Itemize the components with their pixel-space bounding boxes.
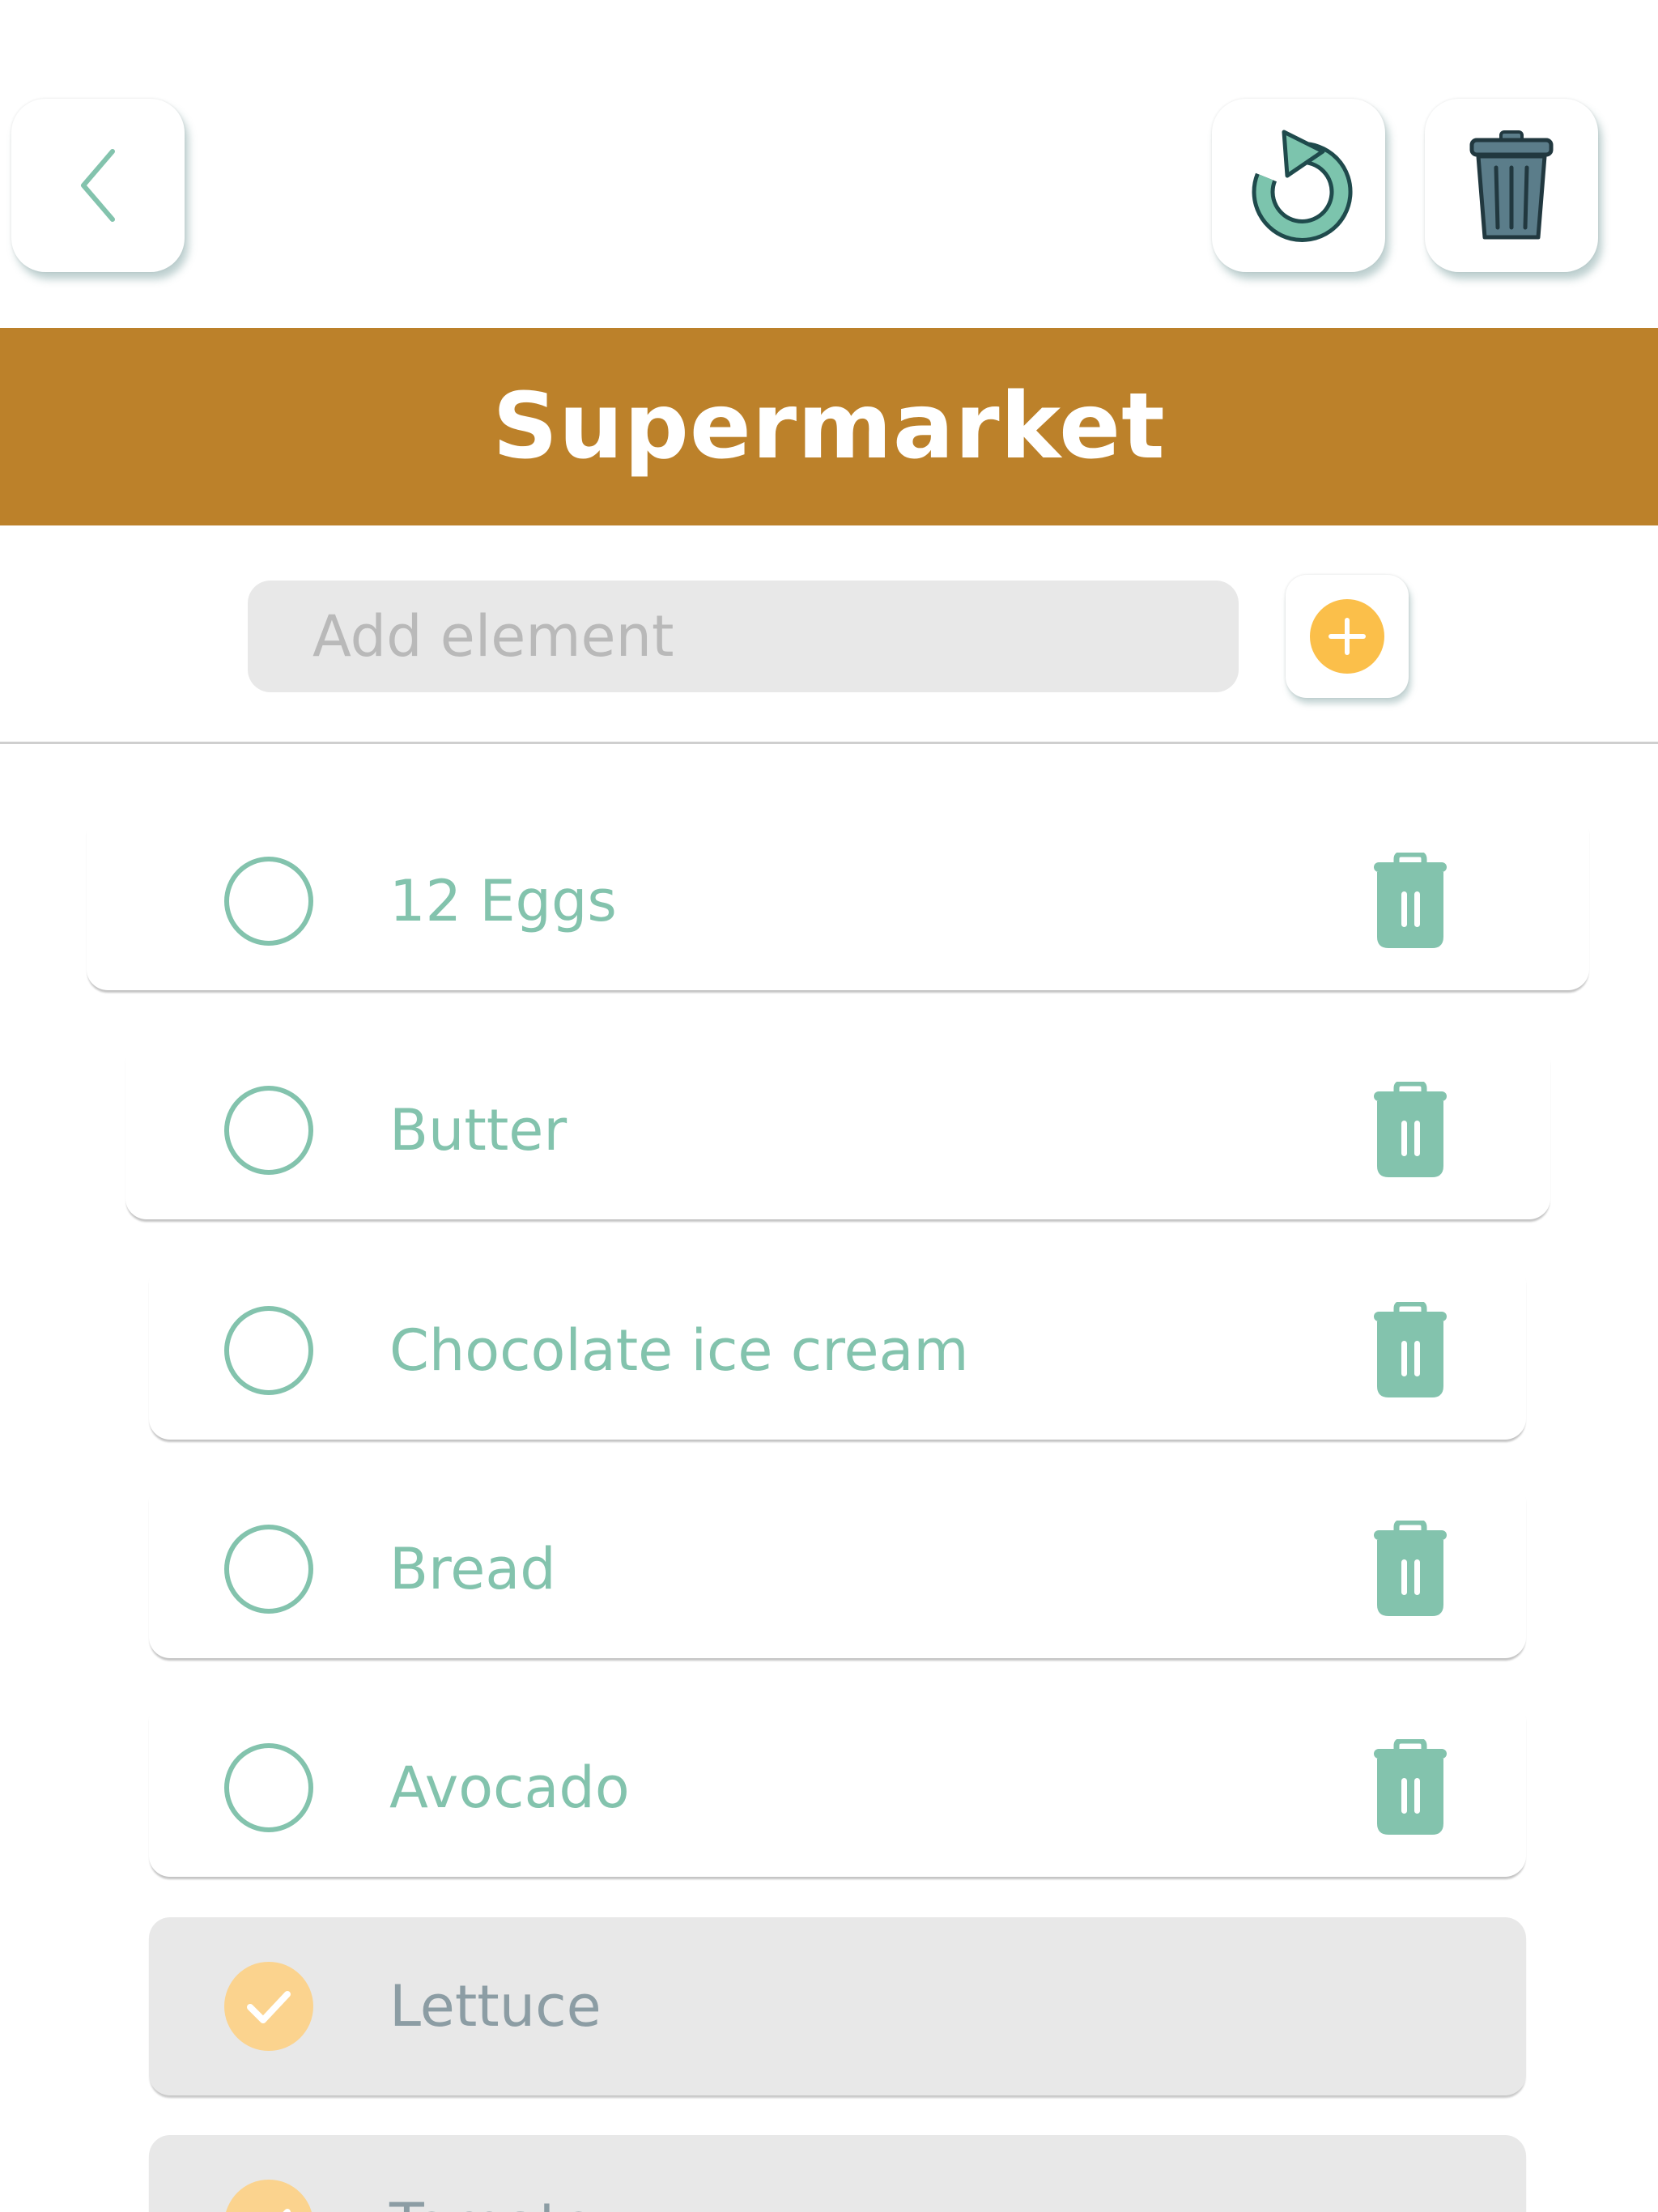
item-label: Tomato [389, 2191, 596, 2212]
divider [0, 742, 1658, 744]
list-item-done: Tomato [149, 2135, 1526, 2212]
list-item: Chocolate ice cream [149, 1261, 1526, 1440]
checkbox-empty-icon[interactable] [224, 1525, 313, 1614]
checkmark-circle-icon[interactable] [224, 2180, 313, 2212]
checkbox-empty-icon[interactable] [224, 1086, 313, 1175]
back-button[interactable] [11, 99, 185, 272]
trash-icon[interactable] [1374, 1739, 1447, 1836]
chevron-left-icon [81, 149, 115, 222]
delete-list-button[interactable] [1425, 99, 1598, 272]
checkbox-empty-icon[interactable] [224, 1743, 313, 1832]
checkbox-empty-icon[interactable] [224, 857, 313, 946]
item-label: Chocolate ice cream [389, 1317, 969, 1384]
item-label: Butter [389, 1097, 568, 1163]
shopping-list-screen: Supermarket 12 Eggs [0, 0, 1658, 2212]
trash-can-icon [1469, 130, 1554, 240]
reset-list-button[interactable] [1212, 99, 1385, 272]
checkmark-circle-icon[interactable] [224, 1962, 313, 2051]
plus-circle-icon [1310, 599, 1384, 674]
trash-icon[interactable] [1374, 1082, 1447, 1179]
add-element-button[interactable] [1286, 575, 1409, 698]
item-label: Bread [389, 1536, 556, 1602]
trash-icon[interactable] [1374, 1521, 1447, 1618]
trash-icon[interactable] [1374, 853, 1447, 950]
page-title: Supermarket [492, 374, 1166, 479]
trash-icon[interactable] [1374, 1302, 1447, 1399]
title-bar: Supermarket [0, 328, 1658, 525]
list-item: Bread [149, 1480, 1526, 1658]
list-item: Avocado [149, 1699, 1526, 1877]
list-item-done: Lettuce [149, 1917, 1526, 2095]
add-element-input[interactable] [248, 581, 1239, 692]
list-item: Butter [125, 1041, 1550, 1219]
item-label: Avocado [389, 1755, 630, 1821]
list-item: 12 Eggs [87, 812, 1589, 990]
checkbox-empty-icon[interactable] [224, 1306, 313, 1395]
item-label: Lettuce [389, 1973, 602, 2040]
item-label: 12 Eggs [389, 868, 617, 934]
rotate-cw-icon [1252, 130, 1353, 242]
